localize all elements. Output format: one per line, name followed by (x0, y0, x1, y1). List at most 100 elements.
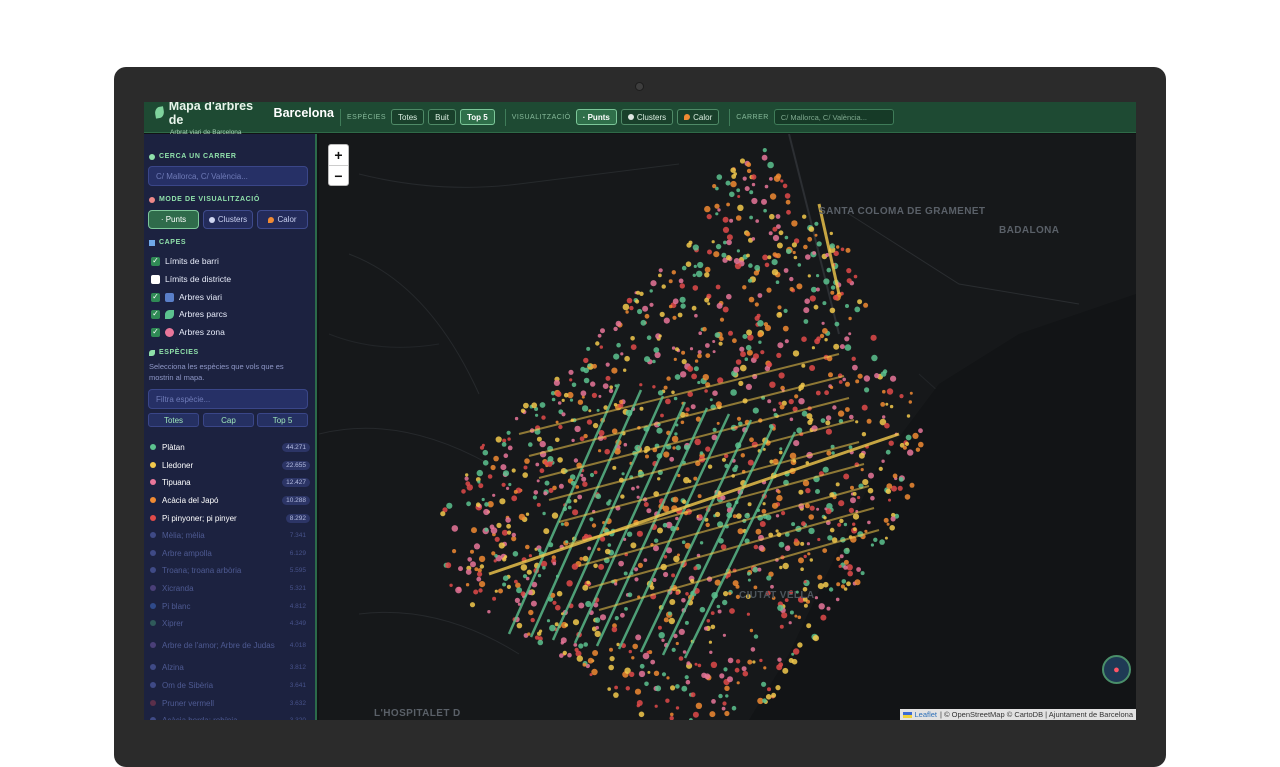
species-color-dot (150, 642, 156, 648)
checkbox-checked[interactable]: ✓ (151, 292, 160, 302)
view-points-button[interactable]: · Punts (575, 109, 617, 125)
mode-title-label: MODE DE VISUALITZACIÓ (159, 196, 260, 203)
search-title-label: CERCA UN CARRER (159, 153, 237, 160)
species-count: 4.349 (289, 619, 306, 627)
flower-icon (165, 327, 174, 337)
species-all-button[interactable]: Totes (391, 109, 425, 125)
species-section-title: ESPÈCIES (149, 349, 199, 356)
species-name: Acàcia del Japó (162, 495, 219, 505)
app-screen: Mapa d'arbres de Barcelona Arbrat viari … (144, 102, 1136, 720)
species-count: 4.812 (289, 602, 306, 610)
species-color-dot (150, 664, 156, 670)
mode-section-title: MODE DE VISUALITZACIÓ (149, 196, 260, 203)
species-top5-button[interactable]: Top 5 (257, 413, 308, 427)
app-title-prefix: Mapa d'arbres de (168, 102, 254, 127)
street-search-input[interactable]: C/ Mallorca, C/ València... (773, 109, 894, 125)
species-count: 12.427 (282, 477, 310, 487)
layer-neighbourhood-limits[interactable]: ✓ Límits de barri (151, 254, 219, 268)
species-item[interactable]: Om de Sibèria 3.641 (150, 677, 310, 693)
species-item[interactable]: Acàcia del Japó 10.288 (150, 492, 310, 508)
species-count: 5.595 (289, 566, 306, 574)
species-top5-button[interactable]: Top 5 (459, 109, 495, 125)
pin-icon: ● (1113, 663, 1120, 676)
layer-street-trees[interactable]: ✓ Arbres viari (151, 290, 222, 304)
layer-zone-trees[interactable]: ✓ Arbres zona (151, 325, 225, 339)
street-label: CARRER (736, 113, 769, 121)
species-filter-input[interactable]: Filtra espècie... (148, 389, 308, 409)
search-section-title: CERCA UN CARRER (149, 153, 237, 160)
species-item[interactable]: Pi pinyoner; pi pinyer 8.292 (150, 510, 310, 526)
species-color-dot (150, 682, 156, 688)
species-name: Pi blanc (162, 601, 191, 611)
checkbox-checked[interactable]: ✓ (151, 256, 160, 266)
street-search-field[interactable]: C/ Mallorca, C/ València... (148, 166, 308, 186)
species-item[interactable]: Plàtan 44.271 (150, 439, 310, 455)
species-name: Acàcia borda; robínia (162, 715, 238, 721)
visualization-label: VISUALITZACIÓ (511, 113, 571, 121)
map-view[interactable]: SANTA COLOMA DE GRAMENET BADALONA L'HOSP… (319, 134, 1136, 720)
layer-label: Arbres viari (179, 292, 222, 302)
species-color-dot (150, 620, 156, 626)
checkbox-unchecked[interactable] (151, 274, 160, 284)
species-count: 7.341 (289, 531, 306, 539)
species-name: Lledoner (162, 460, 194, 470)
species-item[interactable]: Troana; troana arbòria 5.595 (150, 562, 310, 578)
mode-heat-label: Calor (277, 215, 297, 224)
layer-district-limits[interactable]: Límits de districte (151, 272, 231, 286)
view-clusters-button[interactable]: Clusters (620, 109, 674, 125)
layer-label: Arbres parcs (179, 309, 228, 319)
zoom-in-button[interactable]: + (329, 145, 348, 165)
species-item[interactable]: Arbre ampolla 6.129 (150, 545, 310, 561)
species-count: 5.321 (289, 584, 306, 592)
layer-park-trees[interactable]: ✓ Arbres parcs (151, 307, 227, 321)
species-none-button[interactable]: Cap (203, 413, 254, 427)
species-all-button[interactable]: Totes (148, 413, 199, 427)
leaf-icon (165, 309, 174, 319)
species-item[interactable]: Xicranda 5.321 (150, 580, 310, 596)
species-color-dot (150, 444, 156, 450)
checkbox-checked[interactable]: ✓ (151, 309, 160, 319)
mode-heat-button[interactable]: Calor (257, 210, 308, 229)
species-color-dot (150, 462, 156, 468)
species-item[interactable]: Pi blanc 4.812 (150, 598, 310, 614)
species-color-dot (150, 532, 156, 538)
species-none-button[interactable]: Buit (428, 109, 456, 125)
app-title: Mapa d'arbres de Barcelona (154, 102, 334, 127)
app-title-highlight: Barcelona (273, 105, 334, 120)
species-item[interactable]: Acàcia borda; robínia 3.320 (150, 712, 310, 720)
divider (504, 108, 506, 126)
mode-clusters-button[interactable]: Clusters (203, 210, 253, 229)
view-heat-button[interactable]: Calor (677, 109, 720, 125)
species-name: Xiprer (162, 618, 184, 628)
leaflet-link[interactable]: Leaflet (915, 710, 938, 719)
species-item[interactable]: Tipuana 12.427 (150, 474, 310, 490)
species-title-label: ESPÈCIES (159, 349, 199, 356)
species-item[interactable]: Mèlia; mèlia 7.341 (150, 527, 310, 543)
divider (340, 108, 341, 126)
species-name: Alzina (162, 662, 184, 672)
species-count: 44.271 (282, 442, 310, 452)
cluster-icon (208, 216, 215, 223)
species-color-dot (150, 515, 156, 521)
species-item[interactable]: Arbre de l'amor; Arbre de Judas 4.018 (150, 637, 310, 653)
map-canvas[interactable] (319, 134, 1136, 720)
species-name: Plàtan (162, 442, 185, 452)
view-clusters-label: Clusters (636, 112, 667, 122)
layer-label: Límits de barri (165, 256, 219, 266)
locate-me-button[interactable]: ● (1102, 655, 1131, 684)
checkbox-checked[interactable]: ✓ (151, 327, 160, 337)
view-heat-label: Calor (693, 112, 713, 122)
species-name: Om de Sibèria (162, 680, 214, 690)
species-count: 3.812 (289, 663, 306, 671)
mode-points-button[interactable]: · Punts (148, 210, 199, 229)
species-item[interactable]: Xiprer 4.349 (150, 615, 310, 631)
brand: Mapa d'arbres de Barcelona Arbrat viari … (144, 102, 334, 136)
species-name: Pruner vermell (162, 698, 215, 708)
place-label-hospitalet: L'HOSPITALET D (374, 708, 461, 719)
species-count: 4.018 (289, 641, 306, 649)
species-item[interactable]: Alzina 3.812 (150, 659, 310, 675)
species-item[interactable]: Pruner vermell 3.632 (150, 695, 310, 711)
zoom-out-button[interactable]: − (329, 165, 348, 185)
layer-label: Límits de districte (165, 274, 232, 284)
species-item[interactable]: Lledoner 22.655 (150, 457, 310, 473)
